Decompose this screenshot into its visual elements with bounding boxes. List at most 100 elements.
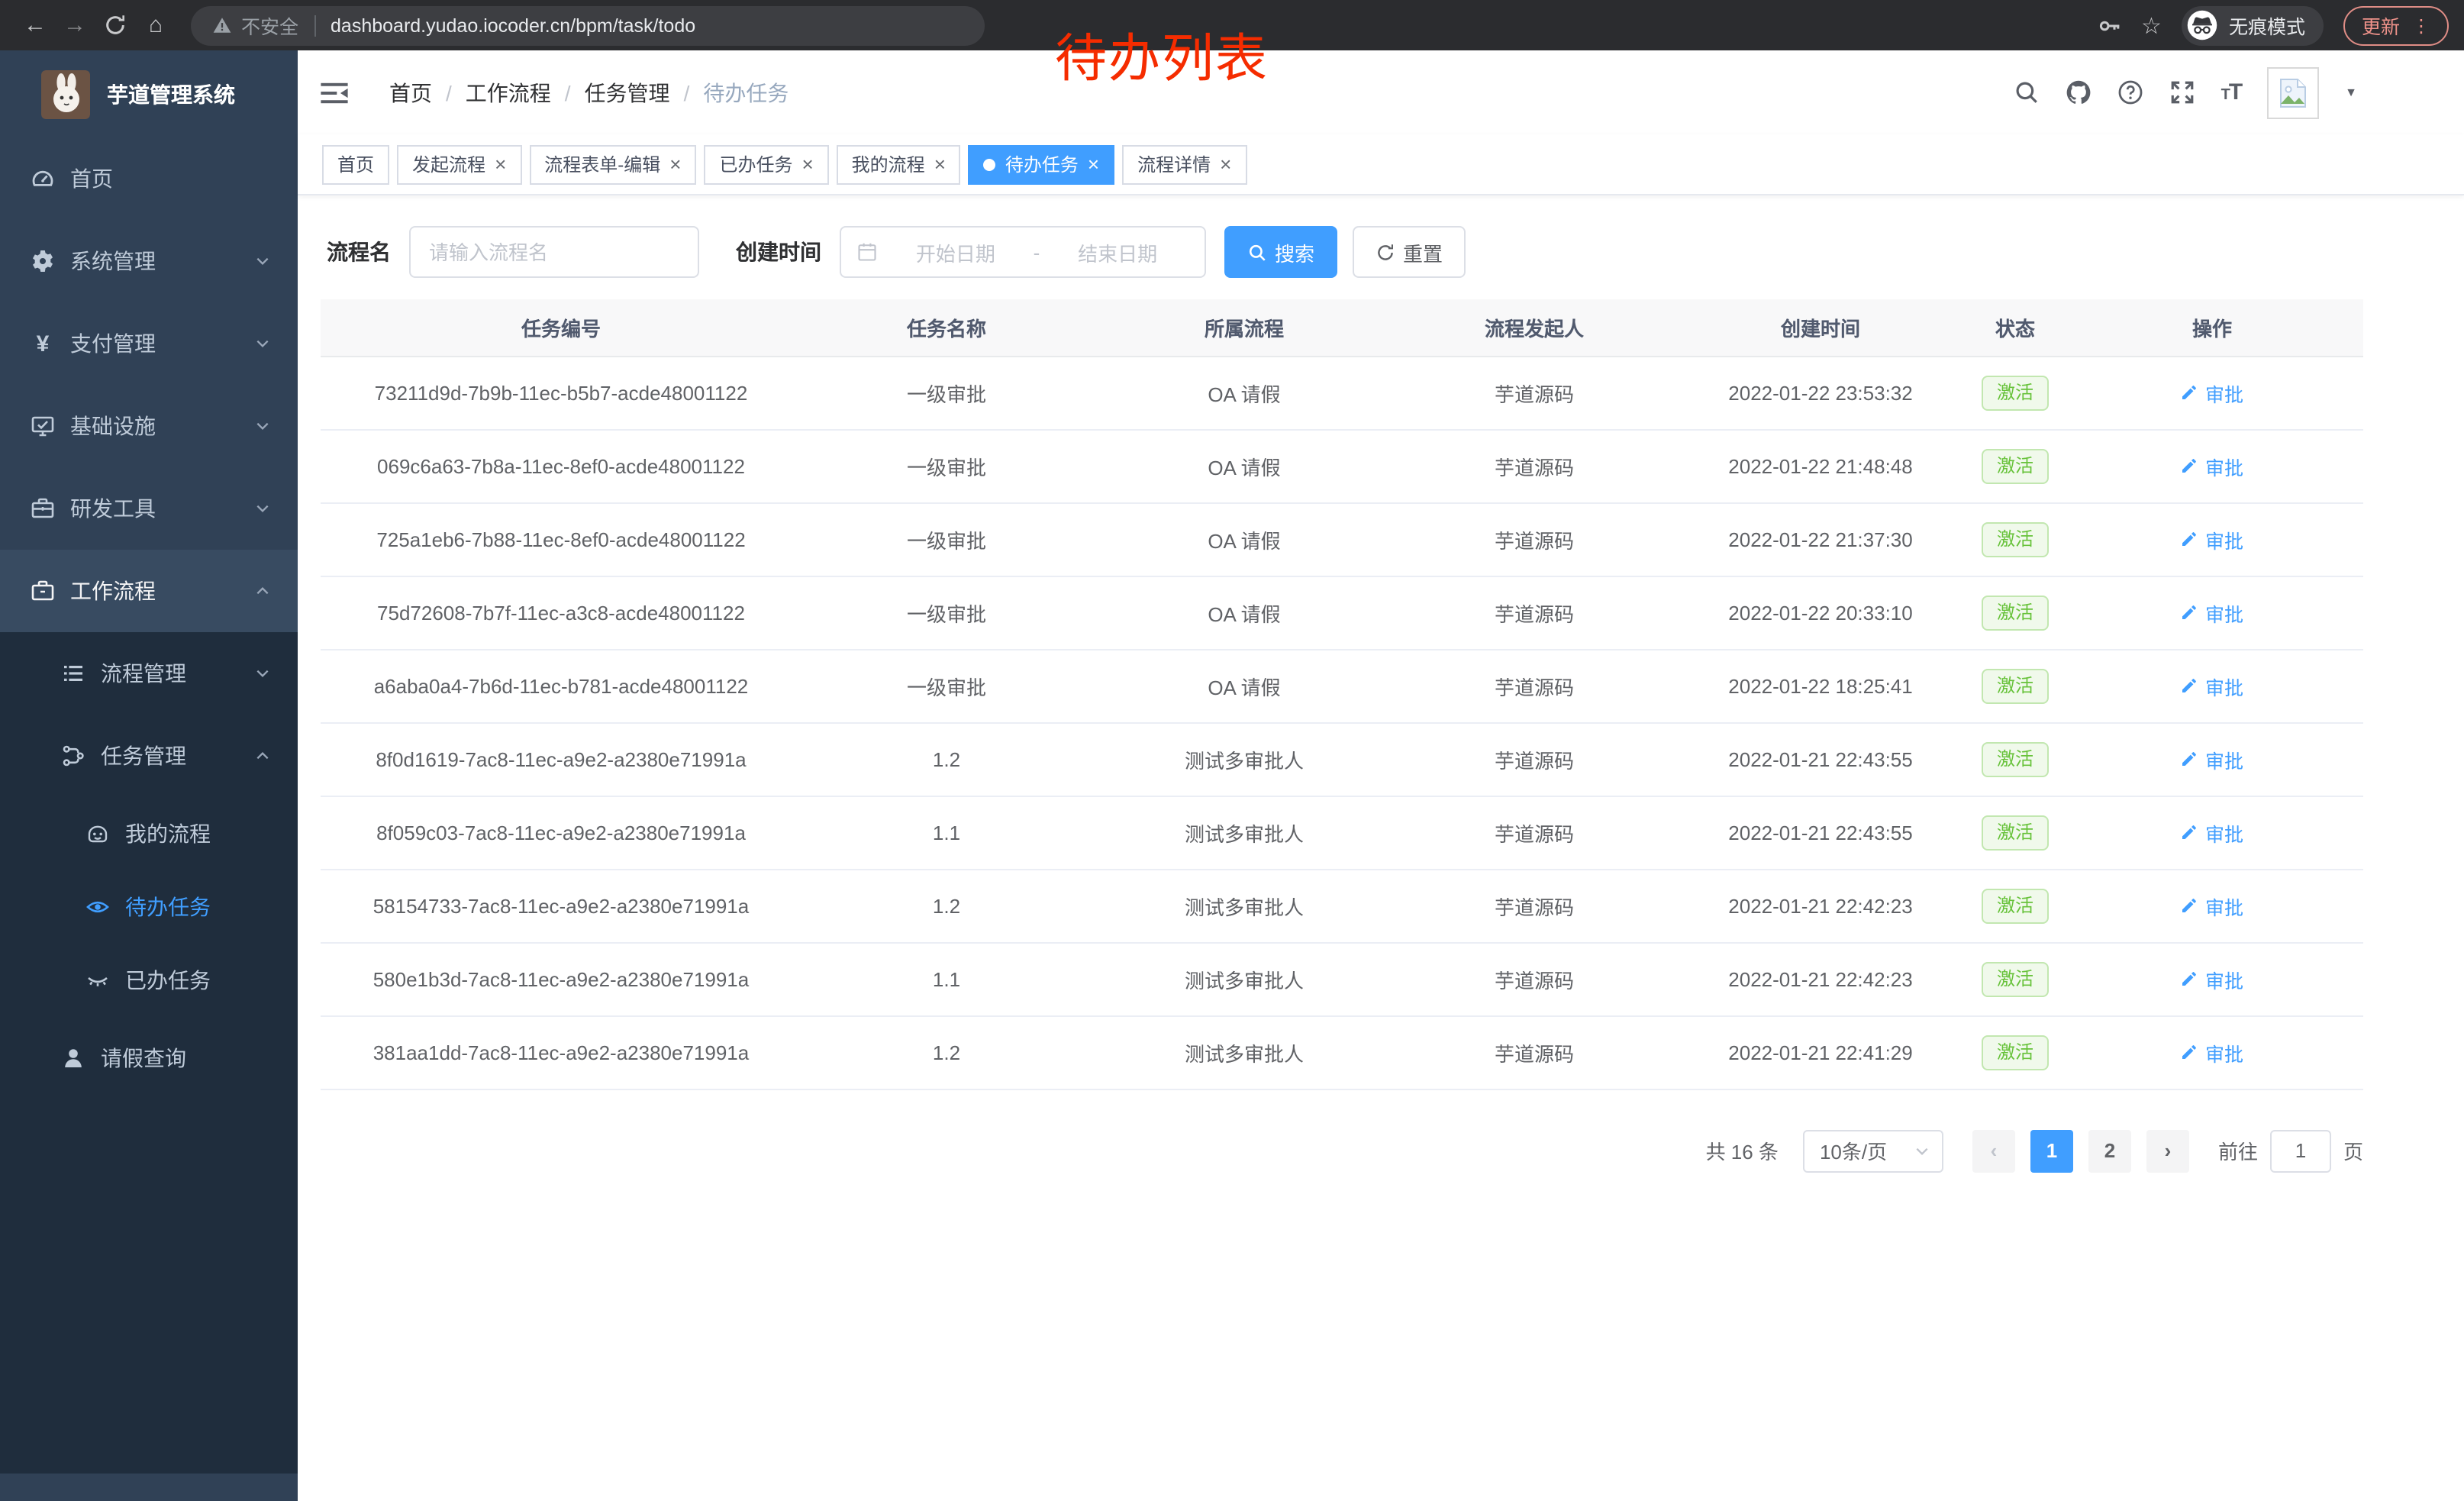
date-range-separator: - bbox=[1034, 240, 1040, 263]
fullscreen-icon[interactable] bbox=[2169, 79, 2195, 105]
chevron-down-icon bbox=[1914, 1143, 1930, 1158]
approve-link[interactable]: 审批 bbox=[2181, 1038, 2243, 1067]
status-badge: 激活 bbox=[1982, 448, 2049, 483]
reset-button[interactable]: 重置 bbox=[1353, 226, 1466, 278]
address-bar[interactable]: 不安全 dashboard.yudao.iocoder.cn/bpm/task/… bbox=[191, 5, 985, 45]
chevron-down-icon bbox=[255, 666, 270, 681]
process-name-input[interactable] bbox=[409, 226, 699, 278]
sidebar-item-payment[interactable]: ¥ 支付管理 bbox=[0, 302, 298, 385]
sidebar-item-workflow[interactable]: 工作流程 bbox=[0, 550, 298, 632]
password-key-icon[interactable] bbox=[2097, 13, 2121, 37]
table-row: 069c6a63-7b8a-11ec-8ef0-acde48001122一级审批… bbox=[321, 429, 2363, 502]
close-icon[interactable]: × bbox=[934, 154, 946, 174]
sidebar-item-infrastructure[interactable]: 基础设施 bbox=[0, 385, 298, 467]
tab-home[interactable]: 首页 bbox=[322, 144, 389, 184]
sidebar-item-my-process[interactable]: 我的流程 bbox=[0, 797, 298, 870]
briefcase-icon bbox=[31, 579, 55, 603]
search-button[interactable]: 搜索 bbox=[1224, 226, 1337, 278]
browser-reload-icon[interactable] bbox=[104, 14, 127, 37]
sidebar-toggle-icon[interactable] bbox=[318, 76, 351, 109]
approve-link[interactable]: 审批 bbox=[2181, 744, 2243, 773]
close-icon[interactable]: × bbox=[1088, 154, 1099, 174]
browser-back-icon[interactable]: ← bbox=[15, 12, 55, 38]
eye-icon bbox=[85, 895, 110, 919]
chevron-up-icon bbox=[255, 583, 270, 599]
browser-home-icon[interactable]: ⌂ bbox=[136, 12, 176, 38]
next-page-button[interactable]: › bbox=[2146, 1129, 2189, 1172]
search-icon[interactable] bbox=[2014, 79, 2040, 105]
edit-pencil-icon bbox=[2181, 970, 2199, 988]
font-size-icon[interactable]: TT bbox=[2221, 79, 2242, 106]
process-name: OA 请假 bbox=[1092, 356, 1397, 429]
avatar-caret-icon[interactable]: ▼ bbox=[2345, 86, 2357, 99]
robot-face-icon bbox=[85, 822, 110, 846]
task-id: 8f059c03-7ac8-11ec-a9e2-a2380e71991a bbox=[321, 796, 801, 869]
task-name: 一级审批 bbox=[801, 429, 1092, 502]
sidebar-item-process-mgmt[interactable]: 流程管理 bbox=[0, 632, 298, 715]
browser-menu-icon[interactable]: ⋮ bbox=[2412, 15, 2430, 36]
col-create-time: 创建时间 bbox=[1672, 299, 1969, 356]
table-row: 381aa1dd-7ac8-11ec-a9e2-a2380e71991a1.2测… bbox=[321, 1015, 2363, 1089]
page-1-button[interactable]: 1 bbox=[2030, 1129, 2073, 1172]
date-range-picker[interactable]: 开始日期 - 结束日期 bbox=[840, 226, 1206, 278]
broken-image-icon bbox=[2275, 74, 2311, 111]
tab-my-process[interactable]: 我的流程× bbox=[837, 144, 961, 184]
tab-done-tasks[interactable]: 已办任务× bbox=[704, 144, 828, 184]
page-2-button[interactable]: 2 bbox=[2088, 1129, 2131, 1172]
edit-pencil-icon bbox=[2181, 896, 2199, 915]
approve-link[interactable]: 审批 bbox=[2181, 818, 2243, 847]
help-icon[interactable] bbox=[2117, 79, 2143, 105]
close-icon[interactable]: × bbox=[495, 154, 506, 174]
sidebar-item-label: 任务管理 bbox=[101, 741, 186, 771]
approve-link[interactable]: 审批 bbox=[2181, 671, 2243, 700]
close-icon[interactable]: × bbox=[801, 154, 813, 174]
sidebar-item-home[interactable]: 首页 bbox=[0, 137, 298, 220]
sidebar-item-devtools[interactable]: 研发工具 bbox=[0, 467, 298, 550]
status-badge: 激活 bbox=[1982, 595, 2049, 630]
breadcrumb-home[interactable]: 首页 bbox=[389, 77, 432, 108]
browser-forward-icon[interactable]: → bbox=[55, 12, 95, 38]
table-row: 8f0d1619-7ac8-11ec-a9e2-a2380e71991a1.2测… bbox=[321, 722, 2363, 796]
prev-page-button[interactable]: ‹ bbox=[1972, 1129, 2015, 1172]
list-icon bbox=[61, 661, 85, 686]
approve-link[interactable]: 审批 bbox=[2181, 598, 2243, 627]
active-dot bbox=[984, 158, 996, 170]
top-navbar: 首页 / 工作流程 / 任务管理 / 待办任务 TT bbox=[298, 50, 2464, 134]
approve-link[interactable]: 审批 bbox=[2181, 378, 2243, 407]
sidebar-item-leave-query[interactable]: 请假查询 bbox=[0, 1017, 298, 1099]
sidebar-item-task-mgmt[interactable]: 任务管理 bbox=[0, 715, 298, 797]
edit-pencil-icon bbox=[2181, 1043, 2199, 1061]
table-row: 58154733-7ac8-11ec-a9e2-a2380e71991a1.2测… bbox=[321, 869, 2363, 942]
sidebar-item-system[interactable]: 系统管理 bbox=[0, 220, 298, 302]
edit-pencil-icon bbox=[2181, 603, 2199, 621]
edit-pencil-icon bbox=[2181, 750, 2199, 768]
tab-process-detail[interactable]: 流程详情× bbox=[1122, 144, 1247, 184]
breadcrumb-task-mgmt[interactable]: 任务管理 bbox=[585, 77, 670, 108]
browser-update-button[interactable]: 更新 ⋮ bbox=[2343, 5, 2449, 45]
github-icon[interactable] bbox=[2066, 79, 2091, 105]
edit-pencil-icon bbox=[2181, 383, 2199, 402]
breadcrumb-separator: / bbox=[684, 80, 690, 105]
breadcrumb-workflow[interactable]: 工作流程 bbox=[466, 77, 551, 108]
sidebar-item-todo-tasks[interactable]: 待办任务 bbox=[0, 870, 298, 944]
approve-link[interactable]: 审批 bbox=[2181, 451, 2243, 480]
goto-page-input[interactable] bbox=[2270, 1129, 2331, 1172]
sidebar-item-done-tasks[interactable]: 已办任务 bbox=[0, 944, 298, 1017]
close-icon[interactable]: × bbox=[1220, 154, 1231, 174]
incognito-badge: 无痕模式 bbox=[2182, 5, 2324, 45]
process-name: 测试多审批人 bbox=[1092, 869, 1397, 942]
task-name: 一级审批 bbox=[801, 649, 1092, 722]
tab-start-process[interactable]: 发起流程× bbox=[397, 144, 521, 184]
close-icon[interactable]: × bbox=[669, 154, 681, 174]
tab-todo-tasks[interactable]: 待办任务× bbox=[969, 144, 1114, 184]
tab-form-edit[interactable]: 流程表单-编辑× bbox=[529, 144, 696, 184]
approve-link[interactable]: 审批 bbox=[2181, 964, 2243, 993]
col-actions: 操作 bbox=[2061, 299, 2363, 356]
approve-link[interactable]: 审批 bbox=[2181, 525, 2243, 554]
process-name-label: 流程名 bbox=[327, 237, 391, 267]
approve-link[interactable]: 审批 bbox=[2181, 891, 2243, 920]
user-avatar[interactable] bbox=[2267, 66, 2319, 118]
page-size-select[interactable]: 10条/页 bbox=[1803, 1129, 1943, 1172]
bookmark-star-icon[interactable]: ☆ bbox=[2141, 11, 2162, 39]
table-row: 73211d9d-7b9b-11ec-b5b7-acde48001122一级审批… bbox=[321, 356, 2363, 429]
